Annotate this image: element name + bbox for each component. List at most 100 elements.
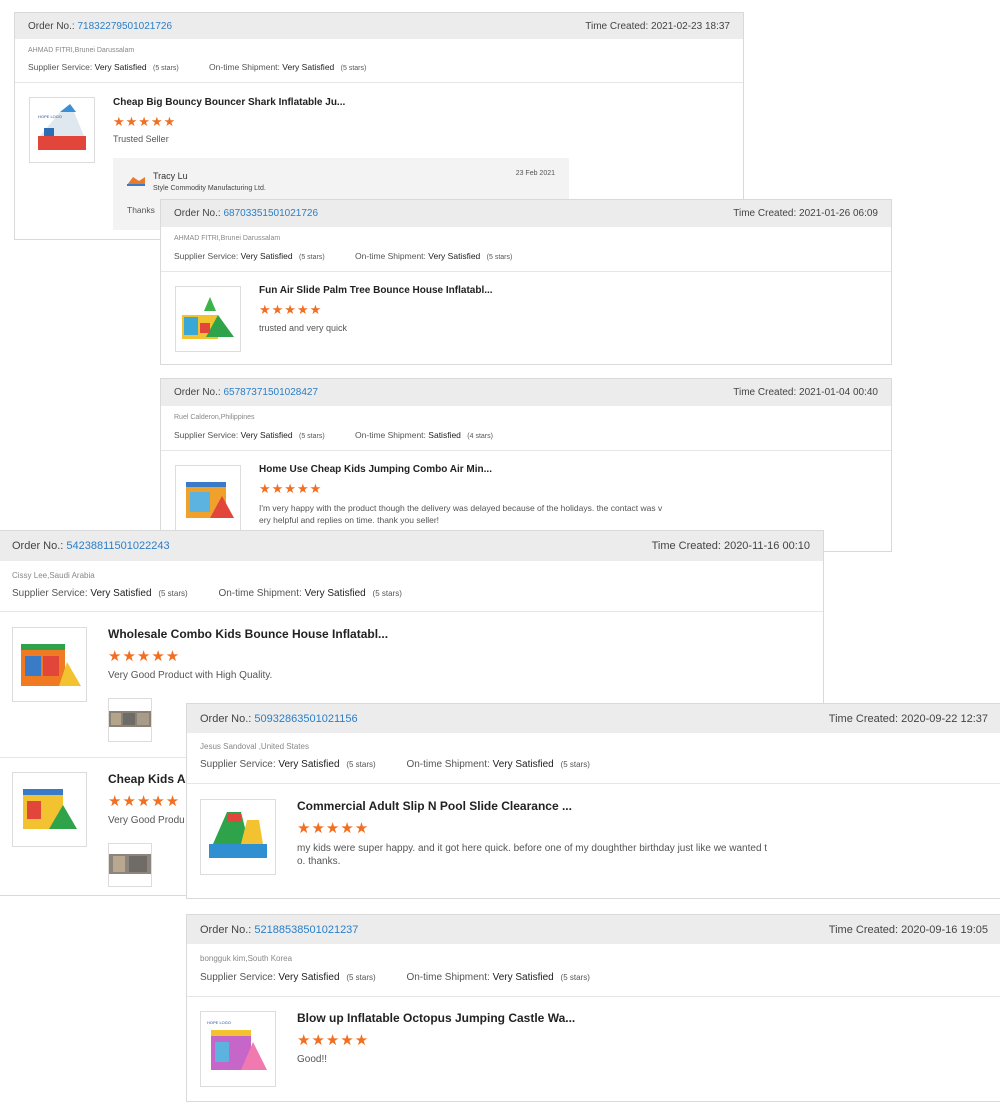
comment-line-2: o. thanks. xyxy=(297,856,341,867)
review-comment: I'm very happy with the product though t… xyxy=(259,502,662,526)
order-header: Order No.: 68703351501021726 Time Create… xyxy=(161,200,891,227)
order-number-link[interactable]: 54238811501022243 xyxy=(66,540,169,552)
supplier-service-value: Very Satisfied xyxy=(240,251,293,261)
supplier-service-stars: (5 stars) xyxy=(346,973,376,982)
ontime-shipment-value: Very Satisfied xyxy=(282,62,335,72)
divider xyxy=(187,996,1000,997)
rating-stars: ★★★★★ xyxy=(108,648,181,665)
review-comment: Trusted Seller xyxy=(113,134,169,144)
jumping-combo-image xyxy=(186,482,234,518)
order-number-link[interactable]: 71832279501021726 xyxy=(77,21,172,32)
supplier-service-stars: (5 stars) xyxy=(158,589,188,598)
order-no-label: Order No.: xyxy=(200,712,252,725)
product-title[interactable]: Cheap Big Bouncy Bouncer Shark Inflatabl… xyxy=(113,97,345,108)
ratings-row: Supplier Service: Very Satisfied (5 star… xyxy=(12,588,402,599)
ontime-shipment-label: On-time Shipment: xyxy=(355,251,426,261)
ratings-row: Supplier Service: Very Satisfied (5 star… xyxy=(28,62,366,72)
product-thumbnail[interactable] xyxy=(175,465,241,531)
ontime-shipment-stars: (4 stars) xyxy=(467,433,493,440)
supplier-service-value: Very Satisfied xyxy=(278,759,340,770)
supplier-service-stars: (5 stars) xyxy=(153,65,179,72)
rating-stars-2: ★★★★★ xyxy=(108,793,181,810)
rating-stars: ★★★★★ xyxy=(113,114,177,129)
product-title-2[interactable]: Cheap Kids Ai xyxy=(108,772,189,786)
time-created-label: Time Created: xyxy=(828,923,899,936)
order-number-link[interactable]: 65787371501028427 xyxy=(223,387,318,398)
review-photo-2[interactable] xyxy=(108,843,152,887)
order-header: Order No.: 50932863501021156 Time Create… xyxy=(187,704,1000,733)
buyer-info: AHMAD FITRI,Brunei Darussalam xyxy=(28,47,135,54)
review-comment: my kids were super happy. and it got her… xyxy=(297,842,767,868)
ratings-row: Supplier Service: Very Satisfied (5 star… xyxy=(174,251,512,261)
supplier-service-label: Supplier Service: xyxy=(174,430,239,440)
buyer-info: Ruel Calderon,Philippines xyxy=(174,414,255,421)
time-created-value: 2021-01-04 00:40 xyxy=(799,387,878,398)
seller-logo-icon xyxy=(125,174,147,192)
octopus-castle-image: HOPE LOGO xyxy=(207,1020,267,1070)
product-thumbnail[interactable] xyxy=(12,627,87,702)
time-created-label: Time Created: xyxy=(651,540,721,552)
supplier-service-value: Very Satisfied xyxy=(90,588,152,599)
supplier-service-label: Supplier Service: xyxy=(200,759,276,770)
svg-text:HOPE LOGO: HOPE LOGO xyxy=(38,114,62,119)
rating-stars: ★★★★★ xyxy=(297,820,370,837)
order-header: Order No.: 54238811501022243 Time Create… xyxy=(0,531,823,561)
time-created-value: 2021-02-23 18:37 xyxy=(651,20,730,32)
product-thumbnail[interactable]: HOPE LOGO xyxy=(29,97,95,163)
product-thumbnail[interactable]: HOPE LOGO xyxy=(200,1011,276,1087)
order-number-link[interactable]: 68703351501021726 xyxy=(223,208,318,219)
review-comment: Very Good Product with High Quality. xyxy=(108,670,273,681)
order-no-label: Order No.: xyxy=(12,540,64,552)
ontime-shipment-stars: (5 stars) xyxy=(560,973,590,982)
review-card-5: Order No.: 50932863501021156 Time Create… xyxy=(186,703,1000,899)
product-thumbnail[interactable] xyxy=(175,286,241,352)
supplier-service-stars: (5 stars) xyxy=(346,760,376,769)
divider xyxy=(161,450,891,451)
ontime-shipment-value: Very Satisfied xyxy=(428,251,481,261)
order-no-label: Order No.: xyxy=(28,20,75,32)
ontime-shipment-label: On-time Shipment: xyxy=(406,972,490,983)
supplier-service-label: Supplier Service: xyxy=(28,62,93,72)
divider xyxy=(187,783,1000,784)
time-created-label: Time Created: xyxy=(733,208,797,219)
time-created-value: 2020-09-16 19:05 xyxy=(901,923,988,936)
order-header: Order No.: 52188538501021237 Time Create… xyxy=(187,915,1000,944)
review-card-3: Order No.: 65787371501028427 Time Create… xyxy=(160,378,892,552)
product-thumbnail[interactable] xyxy=(200,799,276,875)
review-comment-2: Very Good Produ xyxy=(108,815,185,826)
ontime-shipment-value: Very Satisfied xyxy=(492,972,554,983)
kids-bounce-house-image xyxy=(23,789,77,829)
product-title[interactable]: Blow up Inflatable Octopus Jumping Castl… xyxy=(297,1011,575,1025)
time-created-label: Time Created: xyxy=(828,712,899,725)
reply-text: Thanks xyxy=(127,205,155,215)
divider xyxy=(0,611,823,612)
product-title[interactable]: Wholesale Combo Kids Bounce House Inflat… xyxy=(108,627,388,641)
ontime-shipment-label: On-time Shipment: xyxy=(406,759,490,770)
combo-bounce-house-image xyxy=(21,644,81,686)
warehouse-photo-image xyxy=(109,711,151,727)
supplier-service-label: Supplier Service: xyxy=(200,972,276,983)
supplier-service-value: Very Satisfied xyxy=(94,62,147,72)
ontime-shipment-stars: (5 stars) xyxy=(372,589,402,598)
buyer-info: AHMAD FITRI,Brunei Darussalam xyxy=(174,235,281,242)
bounce-house-shark-image: HOPE LOGO xyxy=(38,104,86,150)
time-created-value: 2020-09-22 12:37 xyxy=(901,712,988,725)
seller-company: Style Commodity Manufacturing Ltd. xyxy=(153,185,266,192)
review-photo[interactable] xyxy=(108,698,152,742)
order-no-label: Order No.: xyxy=(200,923,252,936)
product-title[interactable]: Commercial Adult Slip N Pool Slide Clear… xyxy=(297,799,572,813)
product-title[interactable]: Home Use Cheap Kids Jumping Combo Air Mi… xyxy=(259,464,492,475)
order-number-link[interactable]: 50932863501021156 xyxy=(254,713,357,725)
order-number-link[interactable]: 52188538501021237 xyxy=(254,924,358,936)
buyer-info: Jesus Sandoval ,United States xyxy=(200,742,309,751)
time-created-label: Time Created: xyxy=(733,387,797,398)
product-thumbnail-2[interactable] xyxy=(12,772,87,847)
product-title[interactable]: Fun Air Slide Palm Tree Bounce House Inf… xyxy=(259,285,493,296)
ontime-shipment-value: Very Satisfied xyxy=(492,759,554,770)
ontime-shipment-stars: (5 stars) xyxy=(486,254,513,261)
ratings-row: Supplier Service: Very Satisfied (5 star… xyxy=(200,759,590,770)
ratings-row: Supplier Service: Very Satisfied (5 star… xyxy=(174,430,493,440)
ontime-shipment-label: On-time Shipment: xyxy=(355,430,426,440)
reply-date: 23 Feb 2021 xyxy=(515,170,555,177)
comment-line-1: my kids were super happy. and it got her… xyxy=(297,843,768,854)
